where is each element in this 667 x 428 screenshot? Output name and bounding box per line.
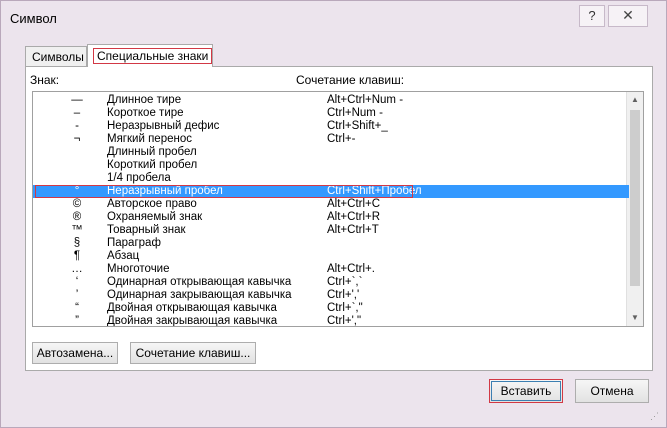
symbol-shortcut: Alt+Ctrl+Num - <box>327 94 404 106</box>
symbol-glyph: ” <box>75 315 79 327</box>
scroll-down-arrow-icon[interactable]: ▼ <box>627 310 643 326</box>
symbol-shortcut: Ctrl+',' <box>327 289 360 301</box>
symbol-name: Двойная открывающая кавычка <box>107 302 277 314</box>
symbol-shortcut: Ctrl+Shift+Пробел <box>327 185 422 197</box>
tab-special-characters-label: Специальные знаки <box>92 48 213 64</box>
symbol-shortcut: Alt+Ctrl+. <box>327 263 375 275</box>
symbol-glyph: ‘ <box>75 276 79 288</box>
list-item[interactable]: ” Двойная закрывающая кавычка Ctrl+'," <box>33 315 629 327</box>
symbol-name: Длинное тире <box>107 94 182 106</box>
list-item[interactable]: ® Охраняемый знак Alt+Ctrl+R <box>33 211 629 224</box>
dialog-title: Символ <box>10 11 57 26</box>
symbol-glyph: ¶ <box>73 250 81 262</box>
symbol-glyph: ’ <box>75 289 79 301</box>
column-header-shortcut: Сочетание клавиш: <box>296 73 405 87</box>
symbol-shortcut: Alt+Ctrl+R <box>327 211 381 223</box>
special-characters-panel: Знак: Сочетание клавиш: ▲ ▼ — Длинное тир… <box>25 66 653 371</box>
tab-special-characters[interactable]: Специальные знаки <box>87 44 213 67</box>
list-item[interactable]: Длинный пробел <box>33 146 629 159</box>
symbol-glyph: - <box>75 120 79 132</box>
symbol-name: Товарный знак <box>107 224 186 236</box>
help-button[interactable]: ? <box>579 5 605 27</box>
list-item[interactable]: ‘ Одинарная открывающая кавычка Ctrl+`,` <box>33 276 629 289</box>
special-characters-list[interactable]: ▲ ▼ — Длинное тире Alt+Ctrl+Num - – Короткое… <box>32 91 644 327</box>
symbol-glyph: ° <box>74 185 80 197</box>
list-item[interactable]: - Неразрывный дефис Ctrl+Shift+_ <box>33 120 629 133</box>
symbol-name: 1/4 пробела <box>107 172 171 184</box>
symbol-name: Авторское право <box>107 198 197 210</box>
symbol-glyph: ¬ <box>73 133 81 145</box>
symbol-glyph: – <box>73 107 81 119</box>
symbol-glyph: … <box>71 263 83 275</box>
resize-grip-icon[interactable]: ⋰ <box>650 411 660 421</box>
symbol-glyph: § <box>73 237 81 249</box>
title-bar: Символ ? ✕ <box>1 1 666 35</box>
symbol-shortcut: Ctrl+`,` <box>327 276 363 288</box>
symbol-shortcut: Ctrl+'," <box>327 315 362 327</box>
list-item[interactable]: 1/4 пробела <box>33 172 629 185</box>
symbol-shortcut: Ctrl+- <box>327 133 356 145</box>
tab-symbols[interactable]: Символы <box>25 46 87 66</box>
symbol-glyph: ® <box>72 211 82 223</box>
symbol-name: Неразрывный дефис <box>107 120 220 132</box>
symbol-name: Одинарная закрывающая кавычка <box>107 289 292 301</box>
column-header-symbol: Знак: <box>30 73 60 87</box>
list-item[interactable]: § Параграф <box>33 237 629 250</box>
symbol-name: Многоточие <box>107 263 170 275</box>
list-item[interactable]: ° Неразрывный пробел Ctrl+Shift+Пробел <box>33 185 629 198</box>
list-item[interactable]: ¬ Мягкий перенос Ctrl+- <box>33 133 629 146</box>
list-item[interactable]: ™ Товарный знак Alt+Ctrl+T <box>33 224 629 237</box>
symbol-name: Охраняемый знак <box>107 211 203 223</box>
close-button[interactable]: ✕ <box>608 5 648 27</box>
symbol-glyph: “ <box>75 302 79 314</box>
cancel-button[interactable]: Отмена <box>575 379 649 403</box>
symbol-name: Длинный пробел <box>107 146 197 158</box>
symbol-shortcut: Ctrl+Num - <box>327 107 383 119</box>
list-item[interactable]: — Длинное тире Alt+Ctrl+Num - <box>33 94 629 107</box>
scroll-up-arrow-icon[interactable]: ▲ <box>627 92 643 108</box>
symbol-shortcut: Alt+Ctrl+C <box>327 198 381 210</box>
symbol-name: Неразрывный пробел <box>107 185 223 197</box>
list-item[interactable]: ’ Одинарная закрывающая кавычка Ctrl+',' <box>33 289 629 302</box>
symbol-glyph: © <box>72 198 82 210</box>
symbol-glyph: — <box>71 94 83 106</box>
list-item[interactable]: Короткий пробел <box>33 159 629 172</box>
shortcut-key-button[interactable]: Сочетание клавиш... <box>130 342 256 364</box>
symbol-shortcut: Ctrl+`," <box>327 302 363 314</box>
list-item[interactable]: © Авторское право Alt+Ctrl+C <box>33 198 629 211</box>
list-item[interactable]: ¶ Абзац <box>33 250 629 263</box>
scrollbar-thumb[interactable] <box>630 110 640 286</box>
list-item[interactable]: “ Двойная открывающая кавычка Ctrl+`," <box>33 302 629 315</box>
symbol-name: Короткое тире <box>107 107 184 119</box>
symbol-name: Абзац <box>107 250 140 262</box>
symbol-name: Одинарная открывающая кавычка <box>107 276 292 288</box>
symbol-dialog: Символ ? ✕ Символы Специальные знаки Зна… <box>0 0 667 428</box>
symbol-name: Мягкий перенос <box>107 133 192 145</box>
symbol-shortcut: Ctrl+Shift+_ <box>327 120 388 132</box>
symbol-shortcut: Alt+Ctrl+T <box>327 224 379 236</box>
symbol-name: Параграф <box>107 237 161 249</box>
list-item[interactable]: – Короткое тире Ctrl+Num - <box>33 107 629 120</box>
autocorrect-button[interactable]: Автозамена... <box>32 342 118 364</box>
symbol-glyph: ™ <box>71 224 83 236</box>
symbol-name: Короткий пробел <box>107 159 198 171</box>
list-item[interactable]: … Многоточие Alt+Ctrl+. <box>33 263 629 276</box>
symbol-name: Двойная закрывающая кавычка <box>107 315 278 327</box>
insert-button[interactable]: Вставить <box>489 379 563 403</box>
